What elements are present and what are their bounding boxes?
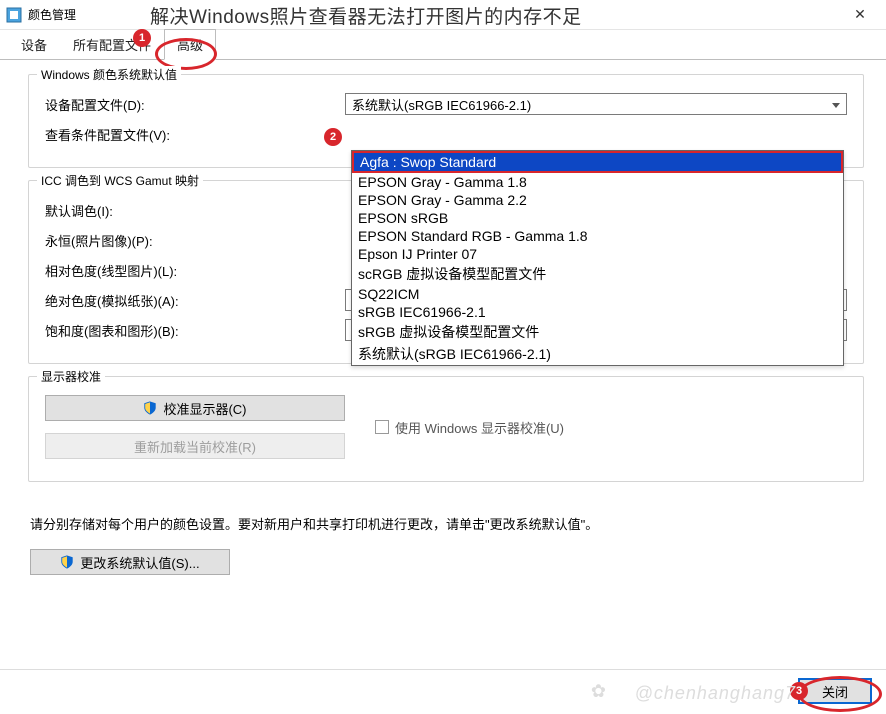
dropdown-option[interactable]: Agfa : Swop Standard bbox=[352, 151, 843, 173]
label-relative: 相对色度(线型图片)(L): bbox=[45, 261, 335, 280]
label-default-intent: 默认调色(I): bbox=[45, 201, 335, 220]
dropdown-option[interactable]: EPSON Gray - Gamma 2.2 bbox=[352, 191, 843, 209]
callout-badge-2: 2 bbox=[324, 128, 342, 146]
callout-badge-1: 1 bbox=[133, 29, 151, 47]
shield-icon bbox=[143, 401, 157, 415]
dropdown-option[interactable]: EPSON Standard RGB - Gamma 1.8 bbox=[352, 227, 843, 245]
button-change-defaults-label: 更改系统默认值(S)... bbox=[80, 553, 199, 572]
checkbox-box bbox=[375, 420, 389, 434]
button-reload-calibration: 重新加载当前校准(R) bbox=[45, 433, 345, 459]
shield-icon bbox=[60, 555, 74, 569]
checkbox-use-windows-calibration[interactable]: 使用 Windows 显示器校准(U) bbox=[375, 418, 847, 437]
window-close-button[interactable]: ✕ bbox=[838, 1, 882, 29]
label-saturation: 饱和度(图表和图形)(B): bbox=[45, 321, 335, 340]
window-title: 颜色管理 bbox=[28, 6, 76, 23]
help-text: 请分别存储对每个用户的颜色设置。要对新用户和共享打印机进行更改，请单击"更改系统… bbox=[0, 504, 886, 549]
label-device-profile: 设备配置文件(D): bbox=[45, 95, 335, 114]
group-display-calibration: 显示器校准 校准显示器(C) 重新加载当前校准(R) 使用 Windows 显示 bbox=[28, 376, 864, 482]
dropdown-device-profile[interactable]: Agfa : Swop StandardEPSON Gray - Gamma 1… bbox=[351, 150, 844, 366]
callout-circle-3 bbox=[798, 676, 882, 712]
group-title-icc: ICC 调色到 WCS Gamut 映射 bbox=[37, 172, 203, 189]
dropdown-option[interactable]: scRGB 虚拟设备模型配置文件 bbox=[352, 263, 843, 285]
tab-devices[interactable]: 设备 bbox=[8, 29, 60, 60]
dropdown-option[interactable]: Epson IJ Printer 07 bbox=[352, 245, 843, 263]
button-change-system-defaults[interactable]: 更改系统默认值(S)... bbox=[30, 549, 230, 575]
dropdown-option[interactable]: SQ22ICM bbox=[352, 285, 843, 303]
watermark-text: @chenhanghang7 bbox=[635, 683, 796, 704]
app-icon bbox=[6, 7, 22, 23]
checkbox-label: 使用 Windows 显示器校准(U) bbox=[395, 418, 564, 437]
group-title-defaults: Windows 颜色系统默认值 bbox=[37, 66, 181, 83]
label-viewing-conditions: 查看条件配置文件(V): bbox=[45, 125, 335, 144]
button-calibrate-display[interactable]: 校准显示器(C) bbox=[45, 395, 345, 421]
group-title-calibration: 显示器校准 bbox=[37, 368, 105, 385]
button-calibrate-label: 校准显示器(C) bbox=[163, 399, 246, 418]
watermark-paw-icon: ✿ bbox=[591, 681, 606, 702]
dropdown-option[interactable]: 系统默认(sRGB IEC61966-2.1) bbox=[352, 343, 843, 365]
button-reload-label: 重新加载当前校准(R) bbox=[134, 437, 256, 456]
label-perceptual: 永恒(照片图像)(P): bbox=[45, 231, 335, 250]
dropdown-option[interactable]: EPSON Gray - Gamma 1.8 bbox=[352, 173, 843, 191]
label-absolute: 绝对色度(模拟纸张)(A): bbox=[45, 291, 335, 310]
dropdown-option[interactable]: sRGB 虚拟设备模型配置文件 bbox=[352, 321, 843, 343]
dropdown-option[interactable]: EPSON sRGB bbox=[352, 209, 843, 227]
overlay-annotation-title: 解决Windows照片查看器无法打开图片的内存不足 bbox=[150, 2, 582, 29]
dropdown-option[interactable]: sRGB IEC61966-2.1 bbox=[352, 303, 843, 321]
combo-device-profile[interactable]: 系统默认(sRGB IEC61966-2.1) bbox=[345, 93, 847, 115]
